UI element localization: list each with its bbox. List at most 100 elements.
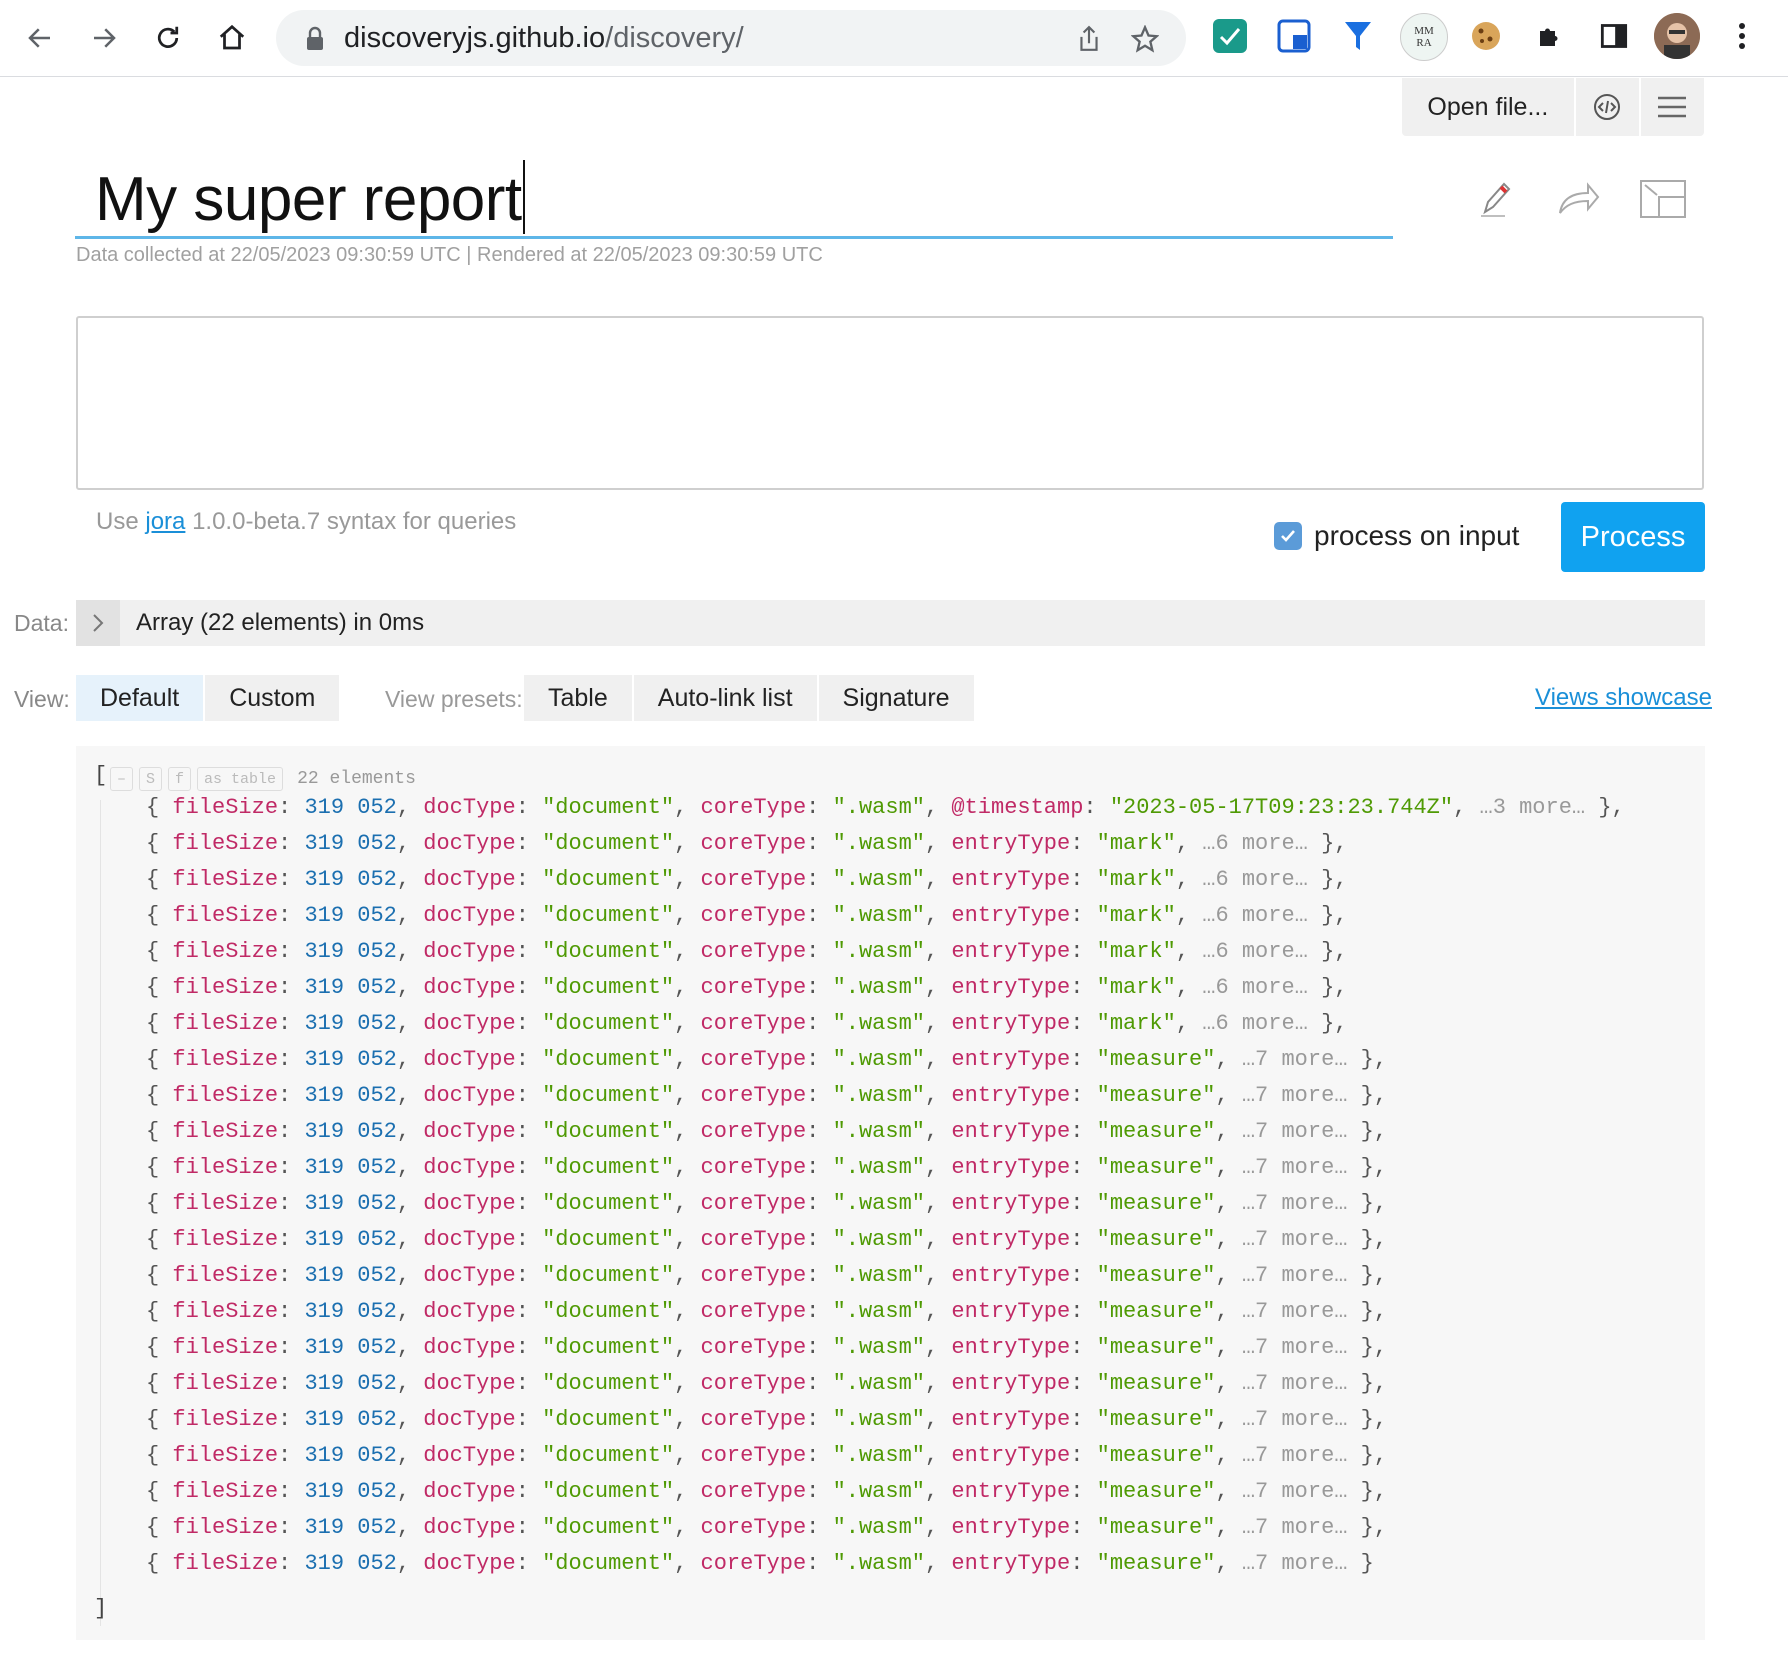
punctuation: : xyxy=(806,1155,833,1180)
more-toggle[interactable]: …7 more… xyxy=(1242,1119,1348,1144)
jora-link[interactable]: jora xyxy=(145,508,185,535)
list-item[interactable]: { fileSize: 319 052, docType: "document"… xyxy=(146,1294,1387,1330)
preset-table[interactable]: Table xyxy=(524,675,632,721)
list-item[interactable]: { fileSize: 319 052, docType: "document"… xyxy=(146,1150,1387,1186)
more-toggle[interactable]: …7 more… xyxy=(1242,1083,1348,1108)
process-button[interactable]: Process xyxy=(1561,502,1705,572)
list-item[interactable]: { fileSize: 319 052, docType: "document"… xyxy=(146,1474,1387,1510)
more-toggle[interactable]: …6 more… xyxy=(1202,903,1308,928)
list-item[interactable]: { fileSize: 319 052, docType: "document"… xyxy=(146,790,1625,826)
preset-signature[interactable]: Signature xyxy=(818,675,974,721)
bookmark-star-icon[interactable] xyxy=(1128,22,1162,56)
code-icon[interactable] xyxy=(1576,78,1641,136)
back-arrow-icon[interactable] xyxy=(16,14,64,62)
reload-icon[interactable] xyxy=(144,14,192,62)
more-toggle[interactable]: …7 more… xyxy=(1242,1407,1348,1432)
forward-arrow-icon[interactable] xyxy=(80,14,128,62)
checkbox-checked-icon[interactable] xyxy=(1274,522,1302,550)
list-item[interactable]: { fileSize: 319 052, docType: "document"… xyxy=(146,1366,1387,1402)
side-panel-icon[interactable] xyxy=(1594,16,1634,56)
profile-avatar[interactable] xyxy=(1654,13,1700,59)
list-item[interactable]: { fileSize: 319 052, docType: "document"… xyxy=(146,826,1347,862)
number-value: 319 052 xyxy=(304,1263,397,1288)
list-item[interactable]: { fileSize: 319 052, docType: "document"… xyxy=(146,1186,1387,1222)
more-toggle[interactable]: …6 more… xyxy=(1202,867,1308,892)
list-item[interactable]: { fileSize: 319 052, docType: "document"… xyxy=(146,898,1347,934)
punctuation: : xyxy=(515,795,543,820)
string-value: "document" xyxy=(542,1479,675,1504)
tab-custom[interactable]: Custom xyxy=(205,675,340,721)
punctuation: , xyxy=(924,975,952,1000)
punctuation: { xyxy=(146,1443,173,1468)
list-item[interactable]: { fileSize: 319 052, docType: "document"… xyxy=(146,1006,1347,1042)
list-item[interactable]: { fileSize: 319 052, docType: "document"… xyxy=(146,1042,1387,1078)
tab-default[interactable]: Default xyxy=(76,675,204,721)
more-toggle[interactable]: …7 more… xyxy=(1242,1371,1348,1396)
list-item[interactable]: { fileSize: 319 052, docType: "document"… xyxy=(146,1078,1387,1114)
share-icon[interactable] xyxy=(1072,22,1106,56)
more-toggle[interactable]: …6 more… xyxy=(1202,1011,1308,1036)
open-file-button[interactable]: Open file... xyxy=(1402,78,1576,136)
home-icon[interactable] xyxy=(208,14,256,62)
list-item[interactable]: { fileSize: 319 052, docType: "document"… xyxy=(146,1438,1387,1474)
more-toggle[interactable]: …7 more… xyxy=(1242,1515,1348,1540)
process-on-input-toggle[interactable]: process on input xyxy=(1274,520,1519,552)
more-toggle[interactable]: …7 more… xyxy=(1242,1263,1348,1288)
string-value: "document" xyxy=(542,867,675,892)
more-toggle[interactable]: …3 more… xyxy=(1480,795,1586,820)
address-bar[interactable]: discoveryjs.github.io/discovery/ xyxy=(276,10,1186,66)
list-item[interactable]: { fileSize: 319 052, docType: "document"… xyxy=(146,1114,1387,1150)
extension-check-icon[interactable] xyxy=(1210,16,1250,56)
more-toggle[interactable]: …7 more… xyxy=(1242,1047,1348,1072)
list-item[interactable]: { fileSize: 319 052, docType: "document"… xyxy=(146,1510,1387,1546)
more-toggle[interactable]: …7 more… xyxy=(1242,1227,1348,1252)
more-toggle[interactable]: …6 more… xyxy=(1202,831,1308,856)
punctuation: { xyxy=(146,1011,173,1036)
extension-lock-icon[interactable] xyxy=(1274,16,1314,56)
cookie-icon[interactable] xyxy=(1466,16,1506,56)
report-title-input[interactable]: My super report xyxy=(75,150,1393,239)
punctuation: , xyxy=(1215,1515,1242,1540)
more-vert-icon[interactable] xyxy=(1722,16,1762,56)
punctuation: , xyxy=(396,1443,424,1468)
chevron-right-icon[interactable] xyxy=(76,600,120,646)
query-syntax-hint: Use jora 1.0.0-beta.7 syntax for queries xyxy=(96,508,516,536)
more-toggle[interactable]: …7 more… xyxy=(1242,1155,1348,1180)
edit-pencil-icon[interactable] xyxy=(1470,174,1520,224)
collapse-button[interactable]: – xyxy=(110,767,134,791)
more-toggle[interactable]: …6 more… xyxy=(1202,975,1308,1000)
list-item[interactable]: { fileSize: 319 052, docType: "document"… xyxy=(146,862,1347,898)
list-item[interactable]: { fileSize: 319 052, docType: "document"… xyxy=(146,1330,1387,1366)
extension-filter-icon[interactable] xyxy=(1338,16,1378,56)
more-toggle[interactable]: …7 more… xyxy=(1242,1443,1348,1468)
punctuation: { xyxy=(146,939,173,964)
punctuation: : xyxy=(1070,1227,1097,1252)
list-item[interactable]: { fileSize: 319 052, docType: "document"… xyxy=(146,1222,1387,1258)
more-toggle[interactable]: …7 more… xyxy=(1242,1335,1348,1360)
punctuation: }, xyxy=(1347,1119,1388,1144)
share-arrow-icon[interactable] xyxy=(1554,174,1604,224)
more-toggle[interactable]: …6 more… xyxy=(1202,939,1308,964)
extension-mmra-icon[interactable]: MM RA xyxy=(1400,13,1448,61)
as-table-button[interactable]: as table xyxy=(197,767,284,791)
more-toggle[interactable]: …7 more… xyxy=(1242,1479,1348,1504)
views-showcase-link[interactable]: Views showcase xyxy=(1535,684,1712,712)
more-toggle[interactable]: …7 more… xyxy=(1242,1551,1348,1576)
list-item[interactable]: { fileSize: 319 052, docType: "document"… xyxy=(146,1546,1374,1582)
list-item[interactable]: { fileSize: 319 052, docType: "document"… xyxy=(146,970,1347,1006)
punctuation: }, xyxy=(1347,1515,1388,1540)
signature-button[interactable]: S xyxy=(139,767,163,791)
list-item[interactable]: { fileSize: 319 052, docType: "document"… xyxy=(146,1258,1387,1294)
preset-auto-link-list[interactable]: Auto-link list xyxy=(633,675,817,721)
list-item[interactable]: { fileSize: 319 052, docType: "document"… xyxy=(146,1402,1387,1438)
more-toggle[interactable]: …7 more… xyxy=(1242,1299,1348,1324)
function-button[interactable]: f xyxy=(168,767,192,791)
more-toggle[interactable]: …7 more… xyxy=(1242,1191,1348,1216)
string-value: "document" xyxy=(542,939,675,964)
extensions-puzzle-icon[interactable] xyxy=(1530,16,1570,56)
query-editor[interactable] xyxy=(76,316,1704,490)
punctuation: : xyxy=(278,1299,305,1324)
expand-view-icon[interactable] xyxy=(1638,174,1688,224)
menu-icon[interactable] xyxy=(1641,78,1704,136)
list-item[interactable]: { fileSize: 319 052, docType: "document"… xyxy=(146,934,1347,970)
